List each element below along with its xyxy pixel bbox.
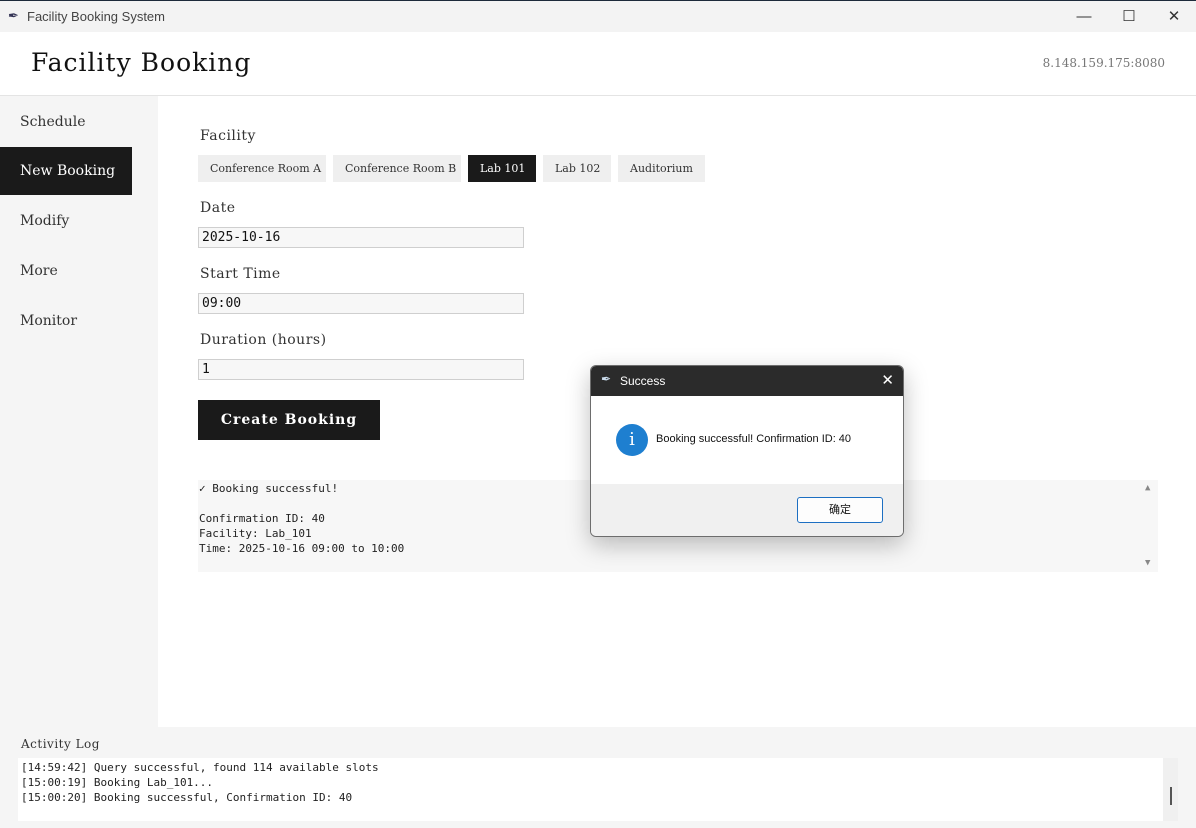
sidebar-item-modify[interactable]: Modify (0, 197, 132, 245)
start-time-field[interactable]: 09:00 (198, 293, 524, 314)
scroll-down-arrow[interactable]: ▼ (1145, 558, 1150, 568)
sidebar-item-new-booking[interactable]: New Booking (0, 147, 132, 195)
sidebar: Schedule New Booking Modify More Monitor (0, 96, 158, 727)
start-time-label: Start Time (200, 266, 281, 282)
app-header: Facility Booking 8.148.159.175:8080 (0, 32, 1196, 96)
close-window-button[interactable]: ✕ (1151, 5, 1196, 29)
dialog-footer: 确定 (591, 484, 903, 536)
log-line: [14:59:42] Query successful, found 114 a… (21, 761, 379, 774)
sidebar-item-more[interactable]: More (0, 247, 132, 295)
dialog-message: Booking successful! Confirmation ID: 40 (656, 433, 852, 445)
log-line: [15:00:19] Booking Lab_101... (21, 776, 214, 789)
facility-auditorium[interactable]: Auditorium (618, 155, 705, 182)
log-scrollbar[interactable] (1163, 758, 1178, 821)
dialog-titlebar: ✒ Success ✕ (591, 366, 903, 396)
info-icon: i (616, 424, 648, 456)
result-line: Facility: Lab_101 (199, 527, 312, 540)
feather-icon: ✒ (601, 372, 612, 386)
success-dialog: ✒ Success ✕ i Booking successful! Confir… (590, 365, 904, 537)
window-title: Facility Booking System (27, 9, 165, 24)
scroll-up-arrow[interactable]: ▲ (1145, 483, 1150, 493)
log-scrollbar-thumb[interactable] (1170, 787, 1172, 805)
facility-label: Facility (200, 128, 256, 144)
result-line: Time: 2025-10-16 09:00 to 10:00 (199, 542, 405, 555)
duration-field[interactable]: 1 (198, 359, 524, 380)
page-title: Facility Booking (31, 48, 252, 77)
date-field[interactable]: 2025-10-16 (198, 227, 524, 248)
activity-log-output: [14:59:42] Query successful, found 114 a… (18, 758, 1178, 821)
sidebar-item-schedule[interactable]: Schedule (0, 98, 132, 146)
minimize-button[interactable]: — (1061, 5, 1107, 29)
create-booking-button[interactable]: Create Booking (198, 400, 380, 440)
feather-icon: ✒ (8, 8, 19, 23)
maximize-button[interactable]: ☐ (1106, 5, 1152, 29)
ok-button[interactable]: 确定 (797, 497, 883, 523)
duration-label: Duration (hours) (200, 332, 327, 348)
result-line: ✓ Booking successful! (199, 482, 339, 495)
date-label: Date (200, 200, 236, 216)
window-titlebar: ✒ Facility Booking System — ☐ ✕ (0, 0, 1196, 32)
dialog-close-button[interactable]: ✕ (881, 371, 894, 389)
log-line: [15:00:20] Booking successful, Confirmat… (21, 791, 353, 804)
facility-lab-101[interactable]: Lab 101 (468, 155, 536, 182)
facility-conference-room-a[interactable]: Conference Room A (198, 155, 326, 182)
dialog-body: i Booking successful! Confirmation ID: 4… (591, 396, 903, 484)
server-address: 8.148.159.175:8080 (1042, 56, 1165, 70)
activity-log-title: Activity Log (21, 737, 100, 751)
facility-conference-room-b[interactable]: Conference Room B (333, 155, 461, 182)
dialog-title: Success (620, 374, 666, 388)
activity-log-panel: Activity Log [14:59:42] Query successful… (0, 727, 1196, 828)
result-line: Confirmation ID: 40 (199, 512, 325, 525)
facility-lab-102[interactable]: Lab 102 (543, 155, 611, 182)
sidebar-item-monitor[interactable]: Monitor (0, 297, 132, 345)
